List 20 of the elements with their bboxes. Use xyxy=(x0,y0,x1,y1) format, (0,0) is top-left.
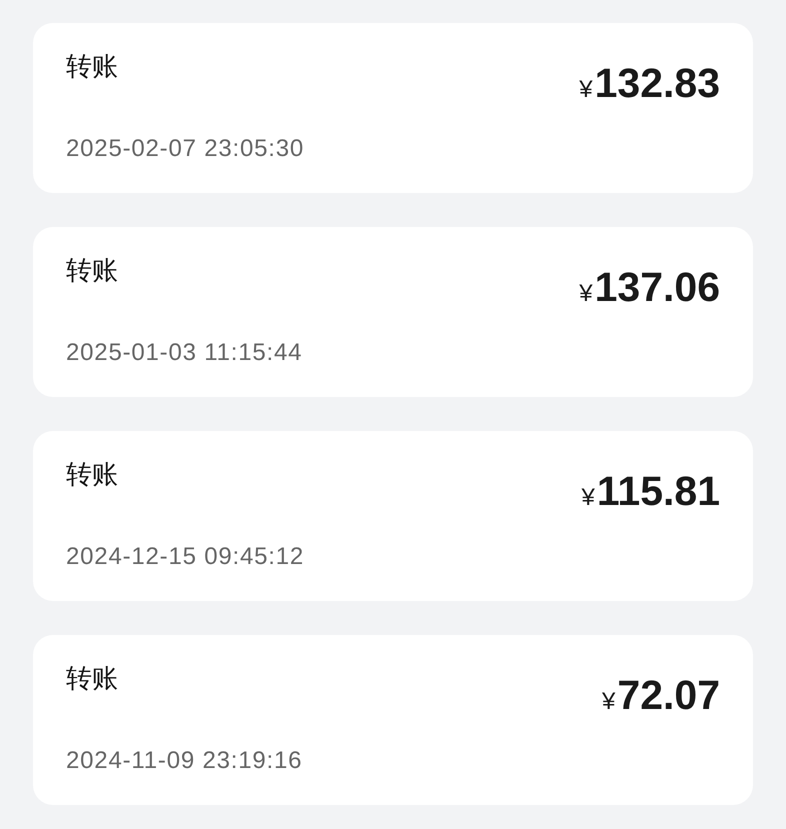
transaction-card[interactable]: 转账 2024-12-15 09:45:12 ¥115.81 xyxy=(33,431,753,601)
transaction-time: 2025-02-07 23:05:30 xyxy=(66,134,304,164)
transaction-amount: 132.83 xyxy=(594,59,720,107)
transaction-amount: 72.07 xyxy=(617,671,720,719)
transaction-title: 转账 xyxy=(66,662,118,695)
currency-symbol: ¥ xyxy=(582,484,595,512)
transaction-amount: 115.81 xyxy=(596,467,720,515)
transaction-amount: 137.06 xyxy=(594,263,720,311)
transaction-time: 2024-11-09 23:19:16 xyxy=(66,746,302,776)
transaction-card[interactable]: 转账 2025-01-03 11:15:44 ¥137.06 xyxy=(33,227,753,397)
transaction-time: 2024-12-15 09:45:12 xyxy=(66,542,304,572)
currency-symbol: ¥ xyxy=(579,76,593,104)
transaction-title: 转账 xyxy=(66,254,118,287)
transaction-title: 转账 xyxy=(66,458,118,491)
transaction-time: 2025-01-03 11:15:44 xyxy=(66,338,302,368)
currency-symbol: ¥ xyxy=(579,280,593,308)
transaction-card[interactable]: 转账 2025-02-07 23:05:30 ¥132.83 xyxy=(33,23,753,193)
transaction-title: 转账 xyxy=(66,50,118,83)
currency-symbol: ¥ xyxy=(602,688,616,716)
transaction-card[interactable]: 转账 2024-11-09 23:19:16 ¥72.07 xyxy=(33,635,753,805)
